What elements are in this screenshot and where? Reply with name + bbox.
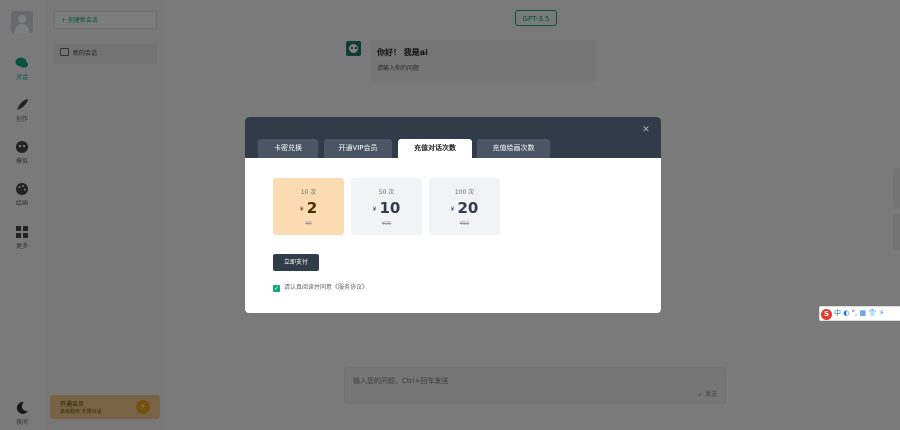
agreement-checkbox[interactable]: ✓ <box>273 285 280 292</box>
sogou-logo-icon: S <box>821 309 832 320</box>
pay-now-button[interactable]: 立即支付 <box>273 254 319 271</box>
close-icon[interactable]: ✕ <box>641 125 651 135</box>
modal-header: ✕ 卡密兑换 开通VIP会员 充值对话次数 充值绘画次数 <box>245 117 661 158</box>
agreement-row: ✓ 请认真阅读并同意《服务协议》 <box>273 282 368 292</box>
currency-symbol: ¥ <box>299 206 304 213</box>
plan-price: ¥20 <box>429 199 500 217</box>
plan-count: 100 次 <box>454 189 475 196</box>
tab-card-redeem[interactable]: 卡密兑换 <box>258 139 318 158</box>
plan-original-price: ¥5 <box>305 221 312 227</box>
tab-recharge-draw[interactable]: 充值绘画次数 <box>477 139 550 158</box>
plan-price-value: 20 <box>457 199 479 217</box>
currency-symbol: ¥ <box>450 206 455 213</box>
plan-price: ¥2 <box>273 199 344 217</box>
ime-toolbar-items: 中 ◐ °, ▦ 👕 ⚡ <box>834 309 885 317</box>
plan-price-value: 2 <box>306 199 318 217</box>
tab-recharge-chat[interactable]: 充值对话次数 <box>398 139 472 158</box>
plan-card-10[interactable]: 10 次 ¥2 ¥5 <box>273 178 344 235</box>
plan-price: ¥10 <box>351 199 422 217</box>
agreement-text: 请认真阅读并同意《服务协议》 <box>284 284 369 291</box>
plan-count: 10 次 <box>300 189 317 196</box>
currency-symbol: ¥ <box>372 206 377 213</box>
plan-card-50[interactable]: 50 次 ¥10 ¥25 <box>351 178 422 235</box>
ime-toolbar[interactable]: S中 ◐ °, ▦ 👕 ⚡ <box>819 306 900 321</box>
plan-card-100[interactable]: 100 次 ¥20 ¥50 <box>429 178 500 235</box>
plan-original-price: ¥25 <box>381 221 392 227</box>
plan-count: 50 次 <box>378 189 395 196</box>
plan-original-price: ¥50 <box>459 221 470 227</box>
tab-vip[interactable]: 开通VIP会员 <box>324 139 392 158</box>
recharge-modal: ✕ 卡密兑换 开通VIP会员 充值对话次数 充值绘画次数 10 次 ¥2 ¥5 … <box>245 117 661 313</box>
plan-price-value: 10 <box>379 199 401 217</box>
